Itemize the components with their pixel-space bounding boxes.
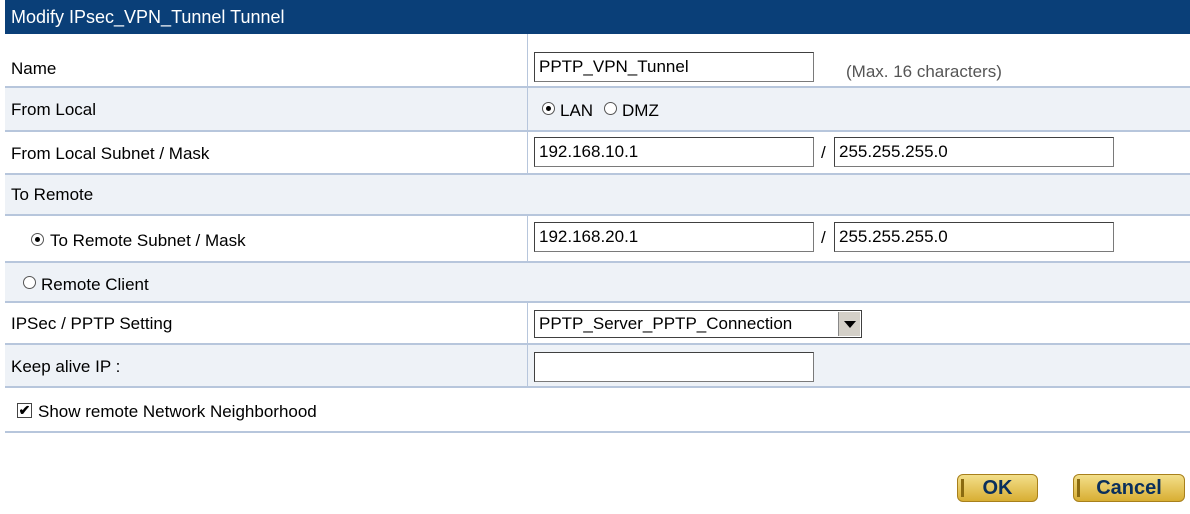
chevron-down-icon[interactable]	[838, 312, 860, 336]
lan-radio[interactable]	[542, 102, 555, 115]
form-title: Modify IPsec_VPN_Tunnel Tunnel	[11, 7, 285, 27]
remote-client-radio[interactable]	[23, 276, 36, 289]
remote-client-label: Remote Client	[41, 275, 149, 294]
to-remote-subnet-row: To Remote Subnet / Mask 192.168.20.1 / 2…	[5, 216, 1190, 263]
keep-alive-label: Keep alive IP :	[11, 357, 121, 376]
dmz-radio[interactable]	[604, 102, 617, 115]
ipsec-pptp-row: IPSec / PPTP Setting PPTP_Server_PPTP_Co…	[5, 303, 1190, 345]
keep-alive-input[interactable]	[534, 352, 814, 382]
from-local-label: From Local	[11, 100, 97, 119]
show-remote-label: Show remote Network Neighborhood	[38, 402, 317, 421]
show-remote-row: ✔ Show remote Network Neighborhood	[5, 388, 1190, 433]
keep-alive-row: Keep alive IP :	[5, 345, 1190, 388]
show-remote-checkbox[interactable]: ✔	[17, 403, 32, 418]
to-remote-row: To Remote	[5, 175, 1190, 216]
form-header: Modify IPsec_VPN_Tunnel Tunnel	[5, 0, 1190, 34]
lan-radio-label: LAN	[560, 101, 594, 120]
name-row: Name PPTP_VPN_Tunnel (Max. 16 characters…	[5, 34, 1190, 88]
to-remote-mask-input[interactable]: 255.255.255.0	[834, 222, 1114, 252]
from-local-subnet-input[interactable]: 192.168.10.1	[534, 137, 814, 167]
ipsec-pptp-selected-value: PPTP_Server_PPTP_Connection	[539, 314, 793, 333]
to-remote-subnet-label: To Remote Subnet / Mask	[50, 231, 246, 250]
ok-button[interactable]: OK	[957, 474, 1038, 502]
to-remote-label: To Remote	[11, 185, 94, 204]
to-remote-subnet-input[interactable]: 192.168.20.1	[534, 222, 814, 252]
cancel-button[interactable]: Cancel	[1073, 474, 1185, 502]
name-hint: (Max. 16 characters)	[846, 62, 1002, 81]
from-local-subnet-row: From Local Subnet / Mask 192.168.10.1 / …	[5, 132, 1190, 175]
name-label: Name	[11, 59, 57, 78]
ipsec-pptp-label: IPSec / PPTP Setting	[11, 314, 173, 333]
from-local-subnet-label: From Local Subnet / Mask	[11, 144, 210, 163]
dmz-radio-label: DMZ	[622, 101, 659, 120]
remote-client-row: Remote Client	[5, 263, 1190, 303]
to-remote-subnet-radio[interactable]	[31, 233, 44, 246]
to-remote-separator: /	[821, 228, 826, 247]
from-local-mask-input[interactable]: 255.255.255.0	[834, 137, 1114, 167]
from-local-separator: /	[821, 143, 826, 162]
from-local-row: From Local LAN DMZ	[5, 88, 1190, 132]
name-input[interactable]: PPTP_VPN_Tunnel	[534, 52, 814, 82]
ipsec-pptp-select[interactable]: PPTP_Server_PPTP_Connection	[534, 310, 862, 338]
